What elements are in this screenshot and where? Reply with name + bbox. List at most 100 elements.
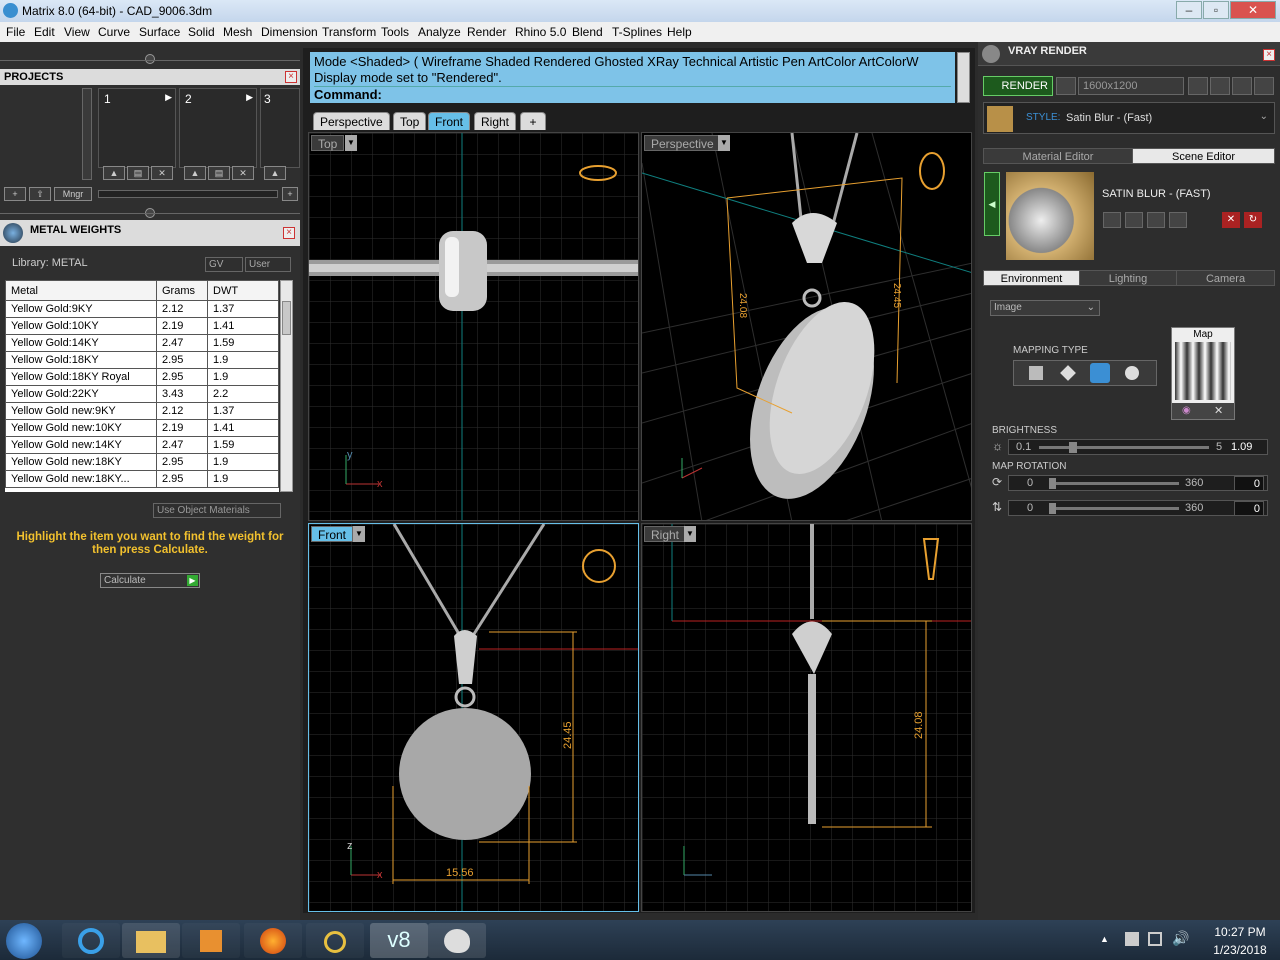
viewport-menu-icon[interactable]: ▼ (684, 526, 696, 542)
viewport-front[interactable]: 24.45 15.56 x z Front ▼ (308, 523, 639, 912)
rotation-h-thumb[interactable] (1049, 478, 1056, 489)
rotation-h-slider[interactable] (1049, 482, 1179, 485)
tab-right[interactable]: Right (474, 112, 517, 130)
project-slot-1[interactable]: 1 ▶ (98, 88, 176, 168)
tab-scene-editor[interactable]: Scene Editor (1132, 148, 1275, 164)
table-row[interactable]: Yellow Gold:14KY 2.47 1.59 (5, 334, 279, 352)
menu-blend[interactable]: Blend (572, 25, 603, 39)
brightness-value[interactable]: 1.09 (1231, 441, 1252, 453)
viewport-perspective[interactable]: 24.08 24.45 Perspective ▼ (641, 132, 972, 521)
slot-save-icon[interactable]: ▤ (208, 166, 230, 180)
table-row[interactable]: Yellow Gold new:10KY 2.19 1.41 (5, 419, 279, 437)
table-row[interactable]: Yellow Gold:18KY 2.95 1.9 (5, 351, 279, 369)
start-button-icon[interactable] (6, 923, 42, 959)
menu-tsplines[interactable]: T-Splines (612, 25, 662, 39)
tab-perspective[interactable]: Perspective (313, 112, 390, 130)
slot-up-icon[interactable]: ▲ (184, 166, 206, 180)
slot-arrow-icon[interactable]: ▶ (246, 92, 253, 103)
matrix-v8-icon[interactable]: v8 (370, 923, 428, 958)
planar-mapping-icon[interactable] (1029, 366, 1043, 380)
menu-view[interactable]: View (64, 25, 90, 39)
user-toggle[interactable]: User (245, 257, 291, 272)
paint-icon[interactable] (428, 923, 486, 958)
viewport-perspective-label[interactable]: Perspective (644, 135, 721, 151)
menu-file[interactable]: File (6, 25, 25, 39)
show-hidden-icons[interactable]: ▲ (1100, 934, 1109, 944)
menu-analyze[interactable]: Analyze (418, 25, 461, 39)
tab-camera[interactable]: Camera (1176, 270, 1275, 286)
menu-mesh[interactable]: Mesh (223, 25, 252, 39)
upload-project-icon[interactable]: ⇧ (29, 187, 51, 201)
frame-buffer-icon[interactable] (1210, 77, 1230, 95)
add-project-icon[interactable]: + (4, 187, 26, 201)
collapse-left-icon[interactable]: ◀ (984, 172, 1000, 236)
vray-close-icon[interactable]: × (1263, 49, 1275, 61)
slot-delete-icon[interactable]: ✕ (151, 166, 173, 180)
projects-hscroll[interactable] (98, 190, 278, 198)
rotation-v-slider[interactable] (1049, 507, 1179, 510)
dome-mapping-icon[interactable] (1125, 366, 1139, 380)
projects-scrollbar[interactable] (82, 88, 92, 180)
metal-weights-close-icon[interactable]: × (283, 227, 295, 239)
internet-explorer-icon[interactable] (62, 923, 120, 958)
viewport-menu-icon[interactable]: ▼ (345, 135, 357, 151)
viewport-top[interactable]: x y Top ▼ (308, 132, 639, 521)
import-material-icon[interactable] (1169, 212, 1187, 228)
tab-lighting[interactable]: Lighting (1079, 270, 1177, 286)
render-mode-icon[interactable] (1056, 77, 1076, 95)
style-selector[interactable]: STYLE: Satin Blur - (Fast) ⌄ (983, 102, 1275, 134)
clock-date[interactable]: 1/23/2018 (1205, 943, 1275, 957)
rotation-h-slider-row[interactable]: 0 360 0 (1008, 475, 1268, 491)
table-row[interactable]: Yellow Gold:9KY 2.12 1.37 (5, 300, 279, 318)
project-slot-3[interactable]: 3 (260, 88, 300, 168)
slot-arrow-icon[interactable]: ▶ (165, 92, 172, 103)
project-slot-2[interactable]: 2 ▶ (179, 88, 257, 168)
map-slot[interactable]: Map ◉ ✕ (1171, 327, 1235, 420)
brightness-slider[interactable] (1039, 446, 1209, 449)
save-material-icon[interactable] (1103, 212, 1121, 228)
gemvision-icon[interactable] (306, 923, 364, 958)
table-row[interactable]: Yellow Gold:22KY 3.43 2.2 (5, 385, 279, 403)
viewport-menu-icon[interactable]: ▼ (353, 526, 365, 542)
table-row[interactable]: Yellow Gold new:18KY 2.95 1.9 (5, 453, 279, 471)
settings-icon[interactable] (1254, 77, 1274, 95)
reset-material-icon[interactable]: ↻ (1244, 212, 1262, 228)
tab-environment[interactable]: Environment (983, 270, 1080, 286)
command-prompt[interactable]: Command: (314, 86, 951, 103)
menu-rhino[interactable]: Rhino 5.0 (515, 25, 566, 39)
collapse-handle-icon[interactable] (145, 54, 155, 64)
slot-up-icon[interactable]: ▲ (103, 166, 125, 180)
metal-table-scrollbar[interactable] (280, 280, 293, 492)
viewport-top-label[interactable]: Top (311, 135, 345, 151)
gv-toggle[interactable]: GV (205, 257, 243, 272)
export-material-icon[interactable] (1147, 212, 1165, 228)
table-row[interactable]: Yellow Gold new:9KY 2.12 1.37 (5, 402, 279, 420)
firefox-icon[interactable] (244, 923, 302, 958)
slot-up-icon[interactable]: ▲ (264, 166, 286, 180)
table-row[interactable]: Yellow Gold:18KY Royal 2.95 1.9 (5, 368, 279, 386)
column-metal[interactable]: Metal (5, 280, 157, 301)
maximize-button[interactable]: ▫ (1203, 1, 1229, 19)
table-row[interactable]: Yellow Gold:10KY 2.19 1.41 (5, 317, 279, 335)
volume-icon[interactable]: 🔊 (1172, 930, 1189, 947)
menu-edit[interactable]: Edit (34, 25, 55, 39)
menu-solid[interactable]: Solid (188, 25, 215, 39)
list-icon[interactable] (1232, 77, 1252, 95)
close-button[interactable]: ✕ (1230, 1, 1276, 19)
rotation-v-slider-row[interactable]: 0 360 0 (1008, 500, 1268, 516)
cubic-mapping-icon[interactable] (1060, 365, 1076, 381)
viewport-menu-icon[interactable]: ▼ (718, 135, 730, 151)
projects-close-icon[interactable]: × (285, 71, 297, 83)
column-grams[interactable]: Grams (156, 280, 208, 301)
table-row[interactable]: Yellow Gold new:18KY... 2.95 1.9 (5, 470, 279, 488)
scroll-thumb[interactable] (282, 301, 291, 335)
rotation-v-value[interactable]: 0 (1234, 501, 1264, 516)
menu-help[interactable]: Help (667, 25, 692, 39)
brightness-thumb[interactable] (1069, 442, 1077, 453)
menu-transform[interactable]: Transform (322, 25, 376, 39)
viewport-front-label[interactable]: Front (311, 526, 354, 542)
brightness-slider-row[interactable]: 0.1 5 1.09 (1008, 439, 1268, 455)
resolution-select[interactable]: 1600x1200 (1078, 77, 1184, 95)
tab-top[interactable]: Top (393, 112, 427, 130)
clock-time[interactable]: 10:27 PM (1205, 925, 1275, 939)
